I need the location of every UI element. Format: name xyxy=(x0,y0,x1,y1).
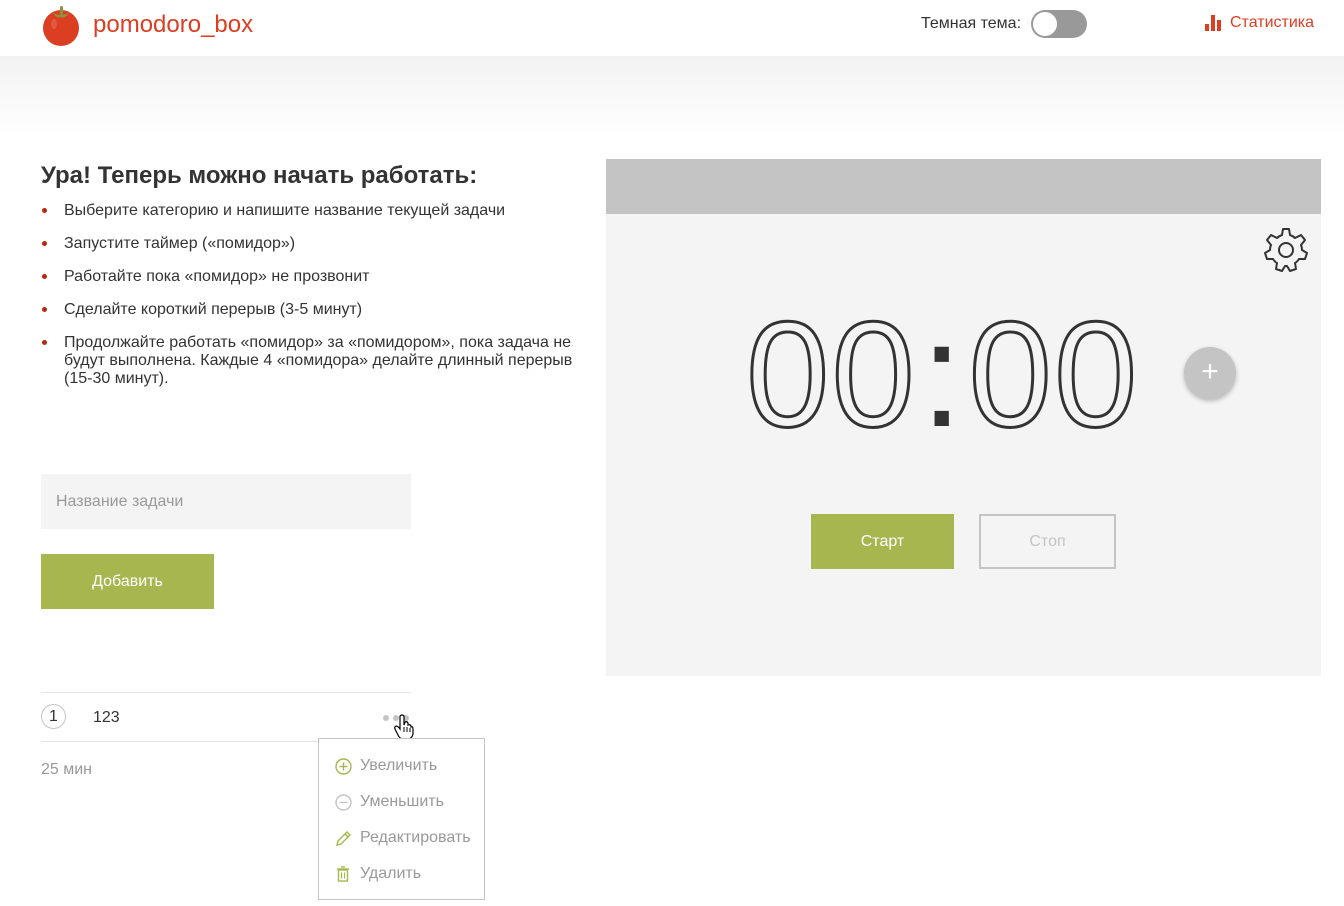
task-row[interactable]: 1 123 xyxy=(41,692,411,742)
instruction-item: Продолжайте работать «помидор» за «помид… xyxy=(41,334,601,388)
dark-theme-switch[interactable] xyxy=(1031,10,1088,38)
instruction-item: Сделайте короткий перерыв (3-5 минут) xyxy=(41,301,601,319)
stop-button[interactable]: Стоп xyxy=(979,514,1116,569)
menu-item-label: Удалить xyxy=(360,865,422,882)
statistics-label: Статистика xyxy=(1230,14,1315,31)
logo[interactable]: pomodoro_box xyxy=(40,4,253,46)
theme-toggle[interactable]: Темная тема: xyxy=(921,10,1088,38)
instructions-list: Выберите категорию и напишите название т… xyxy=(41,202,601,403)
instruction-item: Работайте пока «помидор» не прозвонит xyxy=(41,268,601,286)
menu-item-increase[interactable]: Увеличить xyxy=(335,757,437,775)
timer-panel: 00:00 + Старт Стоп xyxy=(606,159,1321,676)
intro-title: Ура! Теперь можно начать работать: xyxy=(41,162,478,189)
trash-icon xyxy=(337,865,349,882)
menu-item-decrease[interactable]: Уменьшить xyxy=(335,793,444,811)
timer-display: 00:00 xyxy=(745,289,1140,460)
start-button[interactable]: Старт xyxy=(811,514,954,569)
theme-label: Темная тема: xyxy=(921,15,1022,32)
menu-item-edit[interactable]: Редактировать xyxy=(335,829,471,847)
task-pomodoro-count: 1 xyxy=(41,704,66,729)
menu-item-label: Уменьшить xyxy=(360,793,444,810)
menu-item-label: Редактировать xyxy=(360,829,471,846)
task-name-input[interactable] xyxy=(41,474,411,529)
total-time: 25 мин xyxy=(41,761,93,778)
bar-chart-icon xyxy=(1205,15,1221,31)
timer-seconds: 00 xyxy=(967,289,1140,460)
menu-item-label: Увеличить xyxy=(360,757,438,774)
add-time-button[interactable]: + xyxy=(1184,347,1236,399)
timer-colon: : xyxy=(920,290,965,458)
gear-icon[interactable] xyxy=(1262,226,1310,274)
header: pomodoro_box Темная тема: Статистика xyxy=(0,0,1344,56)
brand-name: pomodoro_box xyxy=(93,11,254,38)
timer-header xyxy=(606,159,1321,214)
task-dropdown-menu: Увеличить Уменьшить Редактировать Удалит… xyxy=(318,738,485,900)
menu-item-delete[interactable]: Удалить xyxy=(335,865,421,883)
switch-knob xyxy=(1033,12,1058,36)
instruction-item: Выберите категорию и напишите название т… xyxy=(41,202,601,220)
header-shadow xyxy=(0,56,1344,136)
plus-circle-icon xyxy=(335,757,352,775)
add-task-button[interactable]: Добавить xyxy=(41,554,214,609)
dot xyxy=(383,715,389,721)
minus-circle-icon xyxy=(335,793,352,811)
timer-minutes: 00 xyxy=(745,289,917,460)
instruction-item: Запустите таймер («помидор») xyxy=(41,235,601,253)
pencil-icon xyxy=(336,830,351,846)
statistics-link[interactable]: Статистика xyxy=(1205,14,1314,32)
task-name[interactable]: 123 xyxy=(93,709,120,727)
tomato-logo-icon xyxy=(43,6,79,46)
hand-cursor-icon xyxy=(394,714,414,740)
